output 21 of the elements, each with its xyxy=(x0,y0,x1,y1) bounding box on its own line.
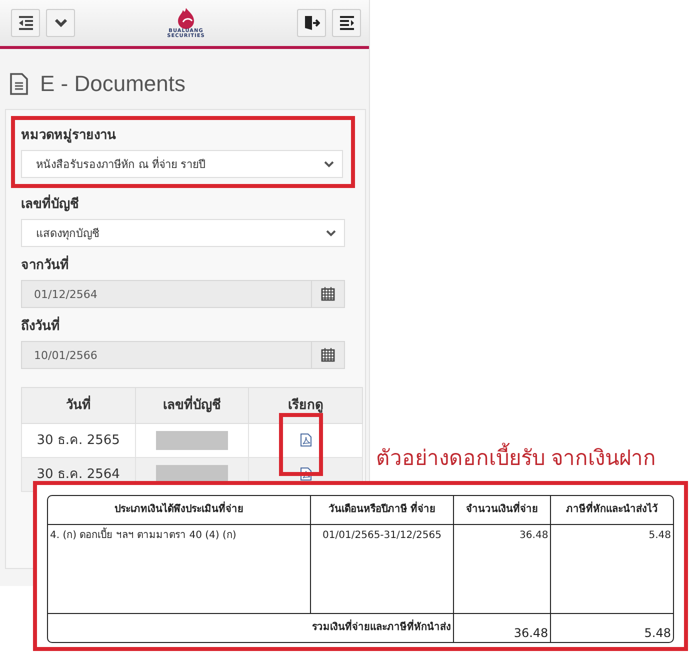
field-label: เลขที่บัญชี xyxy=(21,197,345,213)
field-label: หมวดหมู่รายงาน xyxy=(21,128,117,144)
total-label: รวมเงินที่จ่ายและภาษีที่หักนำส่ง xyxy=(48,613,454,642)
dropdown-field[interactable]: หนังสือรับรองภาษีหัก ณ ที่จ่าย รายปี xyxy=(21,150,343,178)
table-cell: 5.48 xyxy=(551,613,673,642)
dropdown-field[interactable]: แสดงทุกบัญชี xyxy=(21,219,345,247)
table-cell: 4. (ก) ดอกเบี้ย ฯลฯ ตามมาตรา 40 (4) (ก) xyxy=(48,525,311,613)
column-header: วันเดือนหรือปีภาษี ที่จ่าย xyxy=(311,496,454,525)
column-header: ประเภทเงินได้พึงประเมินที่จ่าย xyxy=(48,496,311,525)
column-header: เลขที่บัญชี xyxy=(135,388,249,424)
table-cell-text: 5.48 xyxy=(648,529,672,543)
field-label: ถึงวันที่ xyxy=(21,319,345,335)
table-cell: 01/01/2565-31/12/2565 xyxy=(311,525,454,613)
column-header: จำนวนเงินที่จ่าย xyxy=(454,496,552,525)
table-cell: 36.48 xyxy=(454,525,552,613)
column-header: ภาษีที่หักและนำส่งไว้ xyxy=(551,496,673,525)
table-cell: 36.48 xyxy=(454,613,552,642)
column-header: เรียกดู xyxy=(248,388,362,424)
field-label: จากวันที่ xyxy=(21,258,345,274)
page-title: E - Documents xyxy=(40,71,186,97)
column-header: วันที่ xyxy=(22,388,136,424)
